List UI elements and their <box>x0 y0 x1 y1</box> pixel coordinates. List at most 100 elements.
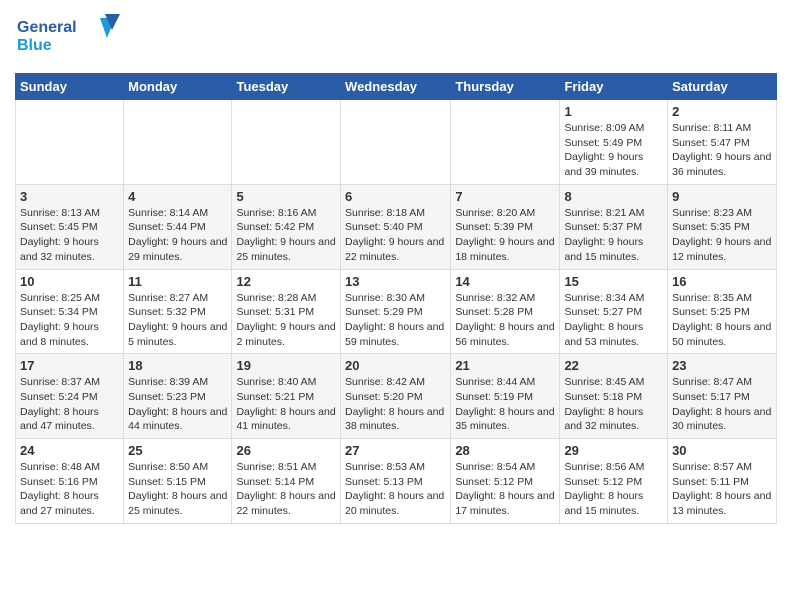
day-number: 2 <box>672 104 772 119</box>
calendar-cell: 16 Sunrise: 8:35 AM Sunset: 5:25 PM Dayli… <box>668 269 777 354</box>
calendar-cell: 21Sunrise: 8:44 AM Sunset: 5:19 PM Dayli… <box>451 354 560 439</box>
day-info: Sunrise: 8:20 AM Sunset: 5:39 PM Dayligh… <box>455 206 555 265</box>
calendar-cell: 2 Sunrise: 8:11 AM Sunset: 5:47 PM Daylig… <box>668 100 777 185</box>
calendar-cell: 20 Sunrise: 8:42 AM Sunset: 5:20 PM Dayli… <box>341 354 451 439</box>
day-number: 25 <box>128 443 227 458</box>
day-info: Sunrise: 8:25 AM Sunset: 5:34 PM Dayligh… <box>20 291 119 350</box>
calendar-cell: 6Sunrise: 8:18 AM Sunset: 5:40 PM Daylig… <box>341 184 451 269</box>
calendar-cell <box>124 100 232 185</box>
header: General Blue <box>15 10 777 65</box>
calendar-cell: 11Sunrise: 8:27 AM Sunset: 5:32 PM Dayli… <box>124 269 232 354</box>
day-number: 28 <box>455 443 555 458</box>
col-friday: Friday <box>560 74 668 100</box>
page-container: General Blue Sunday Monday Tuesday Wedne… <box>0 0 792 534</box>
day-number: 21 <box>455 358 555 373</box>
day-info: Sunrise: 8:56 AM Sunset: 5:12 PM Dayligh… <box>564 460 663 519</box>
day-number: 14 <box>455 274 555 289</box>
day-info: Sunrise: 8:11 AM Sunset: 5:47 PM Dayligh… <box>672 121 772 180</box>
day-number: 12 <box>236 274 336 289</box>
logo-text: General Blue <box>15 10 125 65</box>
col-sunday: Sunday <box>16 74 124 100</box>
day-info: Sunrise: 8:53 AM Sunset: 5:13 PM Dayligh… <box>345 460 446 519</box>
day-number: 17 <box>20 358 119 373</box>
calendar-cell: 24Sunrise: 8:48 AM Sunset: 5:16 PM Dayli… <box>16 439 124 524</box>
day-number: 13 <box>345 274 446 289</box>
day-info: Sunrise: 8:34 AM Sunset: 5:27 PM Dayligh… <box>564 291 663 350</box>
day-info: Sunrise: 8:51 AM Sunset: 5:14 PM Dayligh… <box>236 460 336 519</box>
day-info: Sunrise: 8:27 AM Sunset: 5:32 PM Dayligh… <box>128 291 227 350</box>
logo-svg: General Blue <box>15 10 125 60</box>
day-number: 6 <box>345 189 446 204</box>
day-number: 4 <box>128 189 227 204</box>
calendar-cell: 28 Sunrise: 8:54 AM Sunset: 5:12 PM Dayli… <box>451 439 560 524</box>
day-info: Sunrise: 8:39 AM Sunset: 5:23 PM Dayligh… <box>128 375 227 434</box>
calendar-cell: 12 Sunrise: 8:28 AM Sunset: 5:31 PM Dayli… <box>232 269 341 354</box>
day-info: Sunrise: 8:28 AM Sunset: 5:31 PM Dayligh… <box>236 291 336 350</box>
calendar-row: 10 Sunrise: 8:25 AM Sunset: 5:34 PM Dayli… <box>16 269 777 354</box>
day-info: Sunrise: 8:45 AM Sunset: 5:18 PM Dayligh… <box>564 375 663 434</box>
calendar-cell: 17 Sunrise: 8:37 AM Sunset: 5:24 PM Dayli… <box>16 354 124 439</box>
col-tuesday: Tuesday <box>232 74 341 100</box>
day-number: 15 <box>564 274 663 289</box>
header-row: Sunday Monday Tuesday Wednesday Thursday… <box>16 74 777 100</box>
day-number: 7 <box>455 189 555 204</box>
day-number: 18 <box>128 358 227 373</box>
day-info: Sunrise: 8:32 AM Sunset: 5:28 PM Dayligh… <box>455 291 555 350</box>
calendar-cell <box>232 100 341 185</box>
calendar-cell: 26 Sunrise: 8:51 AM Sunset: 5:14 PM Dayli… <box>232 439 341 524</box>
calendar-cell: 10 Sunrise: 8:25 AM Sunset: 5:34 PM Dayli… <box>16 269 124 354</box>
day-number: 10 <box>20 274 119 289</box>
calendar-cell: 3 Sunrise: 8:13 AM Sunset: 5:45 PM Daylig… <box>16 184 124 269</box>
day-number: 16 <box>672 274 772 289</box>
day-info: Sunrise: 8:50 AM Sunset: 5:15 PM Dayligh… <box>128 460 227 519</box>
day-number: 26 <box>236 443 336 458</box>
calendar-row: 17 Sunrise: 8:37 AM Sunset: 5:24 PM Dayli… <box>16 354 777 439</box>
day-info: Sunrise: 8:14 AM Sunset: 5:44 PM Dayligh… <box>128 206 227 265</box>
calendar-cell: 15 Sunrise: 8:34 AM Sunset: 5:27 PM Dayli… <box>560 269 668 354</box>
day-info: Sunrise: 8:13 AM Sunset: 5:45 PM Dayligh… <box>20 206 119 265</box>
col-wednesday: Wednesday <box>341 74 451 100</box>
calendar-cell: 14 Sunrise: 8:32 AM Sunset: 5:28 PM Dayli… <box>451 269 560 354</box>
calendar-table: Sunday Monday Tuesday Wednesday Thursday… <box>15 73 777 524</box>
col-monday: Monday <box>124 74 232 100</box>
day-number: 19 <box>236 358 336 373</box>
day-info: Sunrise: 8:54 AM Sunset: 5:12 PM Dayligh… <box>455 460 555 519</box>
day-number: 9 <box>672 189 772 204</box>
day-info: Sunrise: 8:09 AM Sunset: 5:49 PM Dayligh… <box>564 121 663 180</box>
svg-text:Blue: Blue <box>17 37 52 54</box>
col-thursday: Thursday <box>451 74 560 100</box>
day-info: Sunrise: 8:37 AM Sunset: 5:24 PM Dayligh… <box>20 375 119 434</box>
calendar-cell: 29Sunrise: 8:56 AM Sunset: 5:12 PM Dayli… <box>560 439 668 524</box>
calendar-body: 1Sunrise: 8:09 AM Sunset: 5:49 PM Daylig… <box>16 100 777 524</box>
day-info: Sunrise: 8:57 AM Sunset: 5:11 PM Dayligh… <box>672 460 772 519</box>
calendar-cell <box>451 100 560 185</box>
calendar-cell: 9Sunrise: 8:23 AM Sunset: 5:35 PM Daylig… <box>668 184 777 269</box>
day-info: Sunrise: 8:16 AM Sunset: 5:42 PM Dayligh… <box>236 206 336 265</box>
calendar-cell: 25 Sunrise: 8:50 AM Sunset: 5:15 PM Dayli… <box>124 439 232 524</box>
calendar-cell: 30 Sunrise: 8:57 AM Sunset: 5:11 PM Dayli… <box>668 439 777 524</box>
calendar-row: 1Sunrise: 8:09 AM Sunset: 5:49 PM Daylig… <box>16 100 777 185</box>
calendar-row: 3 Sunrise: 8:13 AM Sunset: 5:45 PM Daylig… <box>16 184 777 269</box>
day-number: 5 <box>236 189 336 204</box>
logo: General Blue <box>15 10 125 65</box>
calendar-cell: 19 Sunrise: 8:40 AM Sunset: 5:21 PM Dayli… <box>232 354 341 439</box>
day-number: 23 <box>672 358 772 373</box>
day-number: 3 <box>20 189 119 204</box>
day-info: Sunrise: 8:40 AM Sunset: 5:21 PM Dayligh… <box>236 375 336 434</box>
calendar-cell: 1Sunrise: 8:09 AM Sunset: 5:49 PM Daylig… <box>560 100 668 185</box>
calendar-cell: 27 Sunrise: 8:53 AM Sunset: 5:13 PM Dayli… <box>341 439 451 524</box>
day-info: Sunrise: 8:42 AM Sunset: 5:20 PM Dayligh… <box>345 375 446 434</box>
day-number: 20 <box>345 358 446 373</box>
day-number: 27 <box>345 443 446 458</box>
day-number: 30 <box>672 443 772 458</box>
col-saturday: Saturday <box>668 74 777 100</box>
calendar-cell: 5 Sunrise: 8:16 AM Sunset: 5:42 PM Daylig… <box>232 184 341 269</box>
day-number: 22 <box>564 358 663 373</box>
day-info: Sunrise: 8:47 AM Sunset: 5:17 PM Dayligh… <box>672 375 772 434</box>
calendar-cell: 7 Sunrise: 8:20 AM Sunset: 5:39 PM Daylig… <box>451 184 560 269</box>
day-info: Sunrise: 8:35 AM Sunset: 5:25 PM Dayligh… <box>672 291 772 350</box>
calendar-cell <box>16 100 124 185</box>
calendar-row: 24Sunrise: 8:48 AM Sunset: 5:16 PM Dayli… <box>16 439 777 524</box>
svg-text:General: General <box>17 19 77 36</box>
calendar-cell: 23 Sunrise: 8:47 AM Sunset: 5:17 PM Dayli… <box>668 354 777 439</box>
